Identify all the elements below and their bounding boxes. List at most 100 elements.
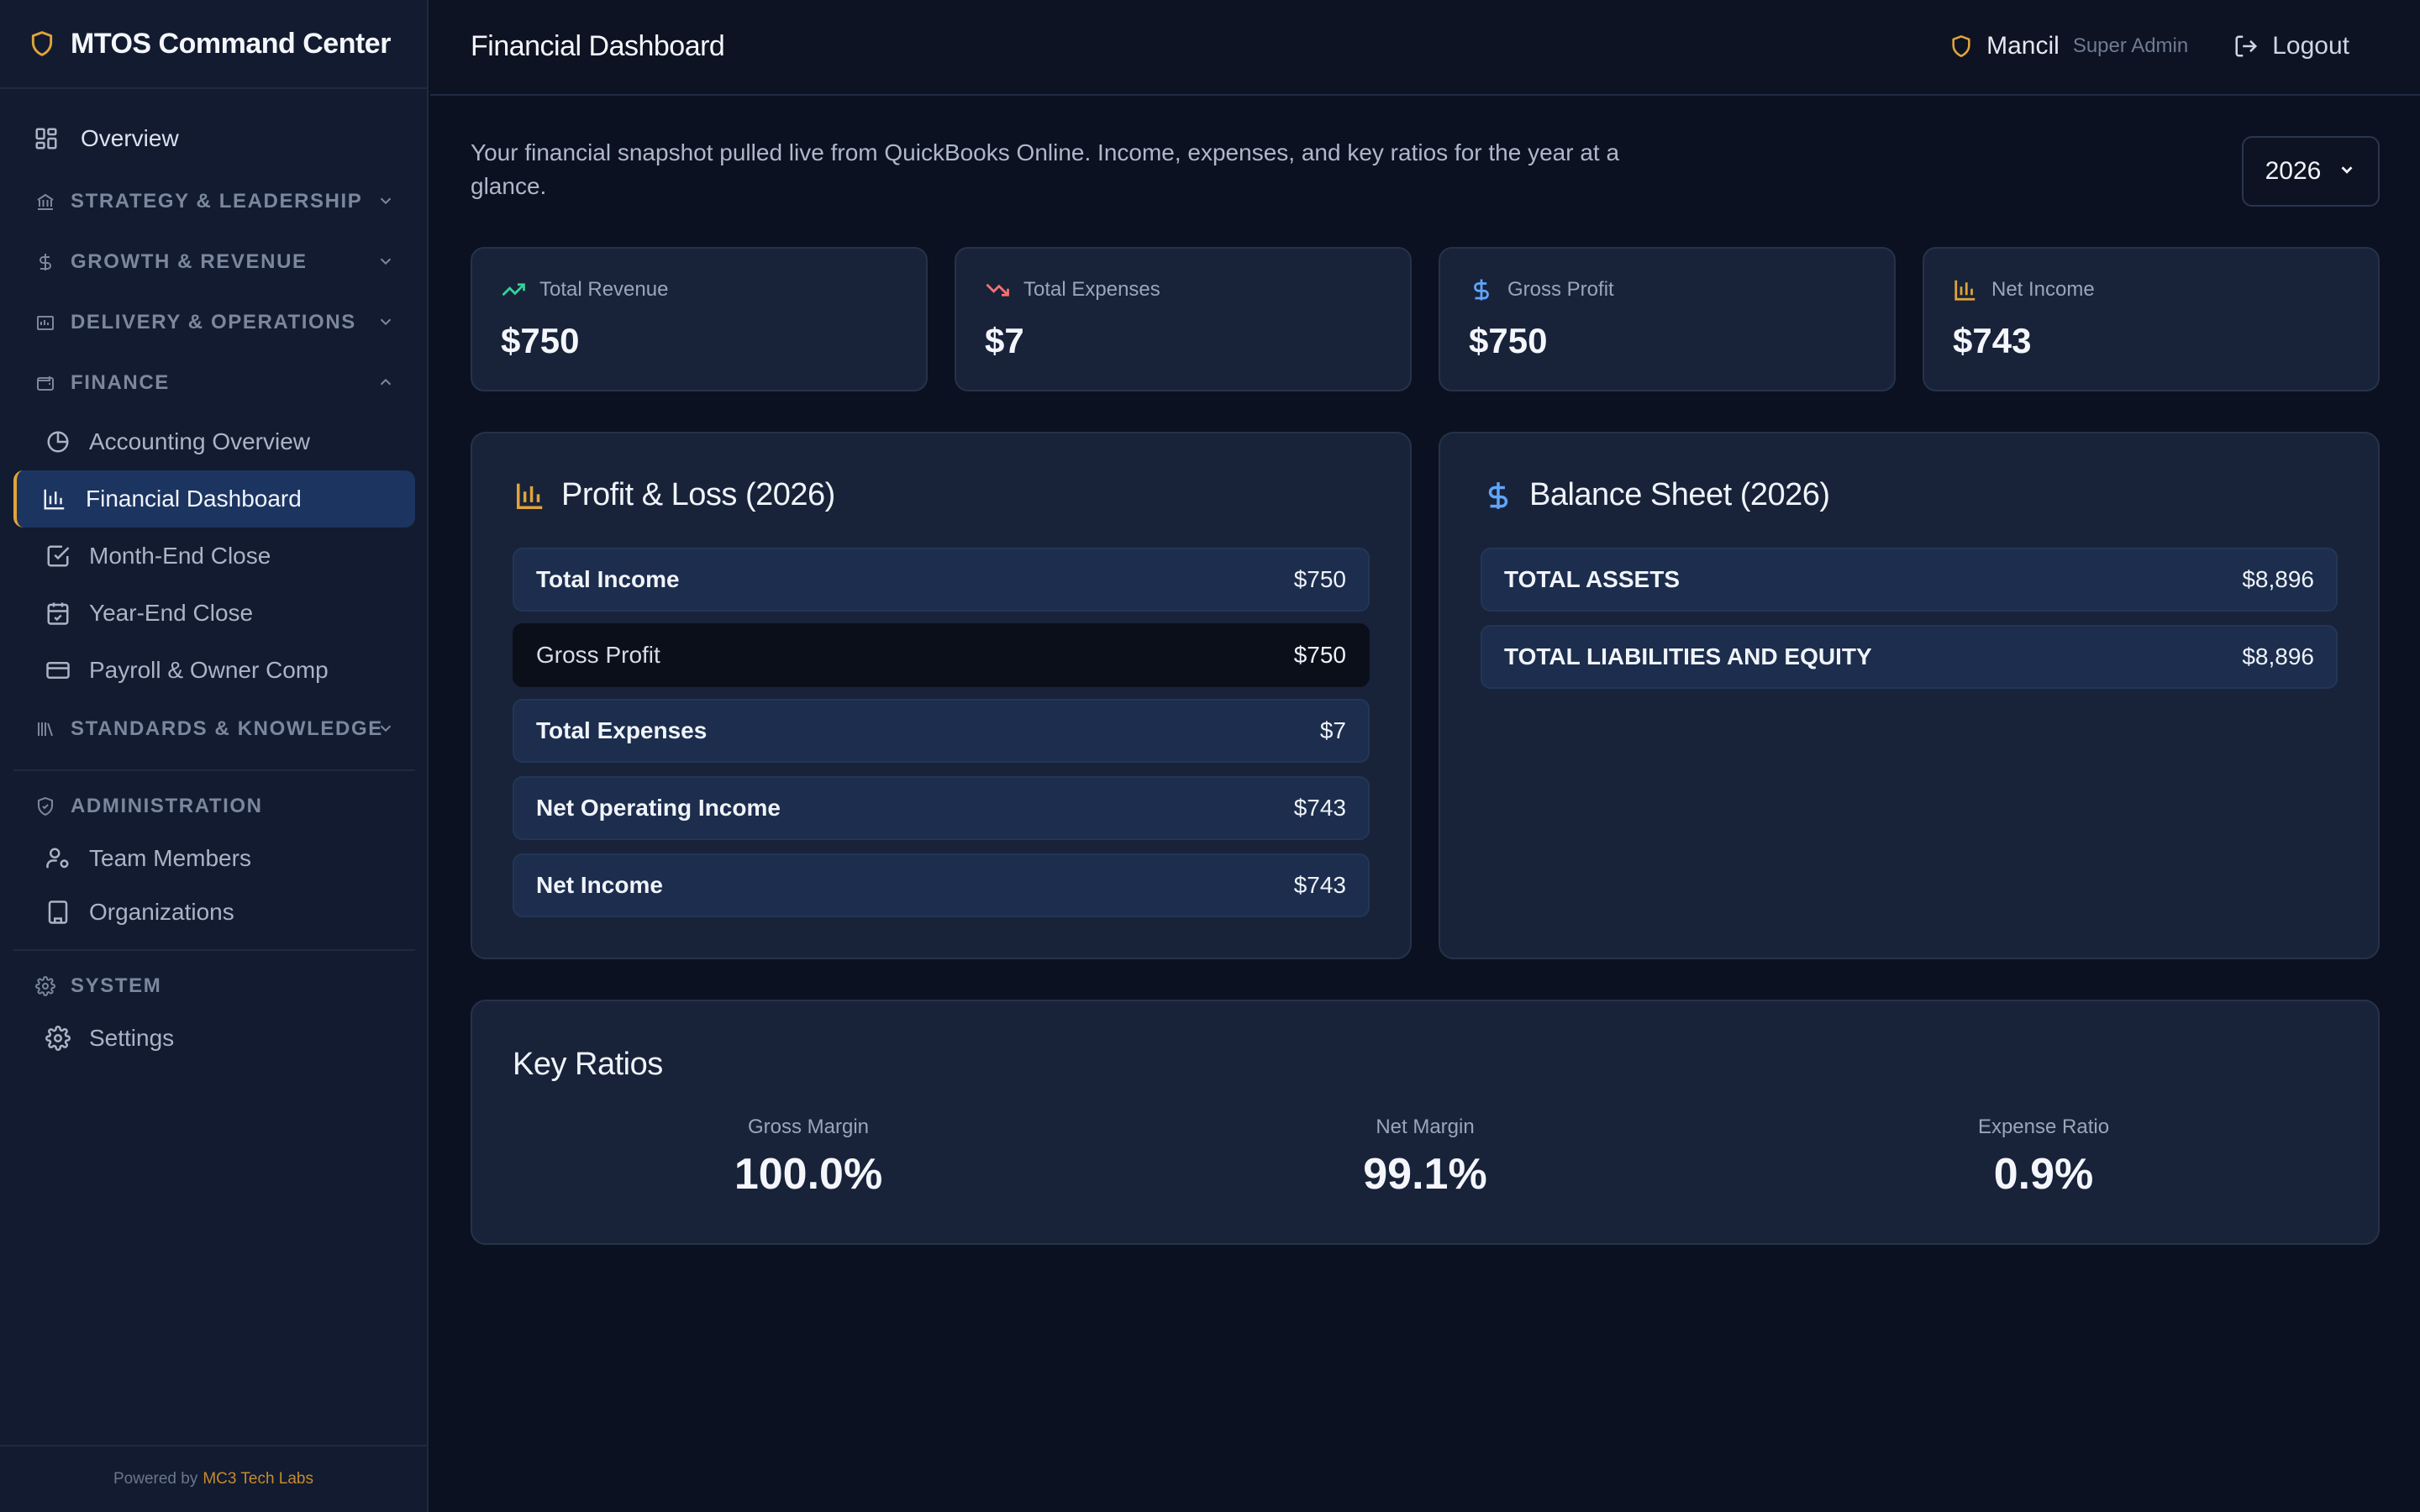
stat-card-total-revenue: Total Revenue $750 (471, 247, 928, 391)
stat-label: Net Income (1991, 278, 2095, 301)
powered-by-label: Powered by (113, 1470, 198, 1488)
logout-button[interactable]: Logout (2233, 32, 2349, 60)
stat-label: Gross Profit (1507, 278, 1614, 301)
sidebar-item-overview[interactable]: Overview (13, 106, 415, 171)
bar-chart-icon (42, 486, 67, 512)
sidebar-item-year-end-close[interactable]: Year-End Close (13, 585, 415, 642)
ratio-value: 0.9% (1993, 1150, 2094, 1199)
chevron-down-icon (376, 312, 395, 335)
sidebar-item-label: Payroll & Owner Comp (89, 657, 329, 683)
sidebar-item-label: Financial Dashboard (86, 486, 302, 512)
shield-check-icon (35, 796, 55, 816)
row-label: Total Income (536, 566, 680, 592)
row-value: $8,896 (2242, 643, 2314, 669)
section-system: SYSTEM (13, 961, 415, 1011)
sidebar-nav: Overview STRATEGY & LEADERSHIP GROWTH & … (13, 106, 415, 1065)
sidebar-item-settings[interactable]: Settings (13, 1011, 415, 1065)
row-value: $743 (1293, 872, 1346, 898)
calendar-check-icon (45, 601, 71, 626)
sidebar-item-accounting-overview[interactable]: Accounting Overview (13, 413, 415, 470)
stat-value: $7 (985, 321, 1024, 360)
year-select[interactable]: 2026 (2242, 136, 2380, 207)
trending-down-icon (985, 277, 1010, 302)
bar-chart-icon (1953, 277, 1978, 302)
bar-chart-icon (514, 480, 546, 512)
ratio-label: Expense Ratio (1977, 1116, 2110, 1138)
section-finance[interactable]: FINANCE (13, 353, 415, 413)
sidebar-item-payroll[interactable]: Payroll & Owner Comp (13, 642, 415, 699)
section-label: DELIVERY & OPERATIONS (71, 311, 356, 333)
logout-label: Logout (2272, 32, 2349, 60)
pnl-row: Total Expenses $7 (513, 699, 1370, 763)
stat-label: Total Expenses (1023, 278, 1160, 301)
stat-value: $750 (1469, 321, 1548, 360)
ratio-value: 100.0% (734, 1150, 883, 1199)
row-label: Net Operating Income (536, 795, 781, 821)
row-label: Total Expenses (536, 717, 708, 743)
library-icon (35, 719, 55, 739)
wallet-icon (35, 373, 55, 393)
bank-icon (35, 192, 55, 212)
pnl-row: Gross Profit $750 (513, 623, 1370, 687)
building-icon (45, 900, 71, 925)
section-label: GROWTH & REVENUE (71, 250, 308, 273)
page-title: Financial Dashboard (471, 30, 725, 62)
key-ratios-panel: Key Ratios Gross Margin 100.0% Net Margi… (471, 1000, 2380, 1245)
chevron-up-icon (376, 373, 395, 396)
top-header: Financial Dashboard Mancil Super Admin L… (430, 0, 2420, 96)
row-label: TOTAL ASSETS (1504, 566, 1680, 592)
chevron-down-icon (2338, 157, 2356, 186)
balance-row: TOTAL ASSETS $8,896 (1481, 548, 2338, 612)
sidebar-item-label: Accounting Overview (89, 428, 311, 454)
section-label: SYSTEM (71, 974, 162, 997)
section-administration: ADMINISTRATION (13, 781, 415, 832)
row-value: $750 (1293, 566, 1346, 592)
ratio-label: Gross Margin (747, 1116, 870, 1138)
pnl-row: Total Income $750 (513, 548, 1370, 612)
stat-label: Total Revenue (539, 278, 669, 301)
row-value: $743 (1293, 795, 1346, 821)
intro-text: Your financial snapshot pulled live from… (471, 139, 1620, 199)
logout-icon (2233, 34, 2259, 59)
sidebar-item-label: Overview (81, 125, 179, 151)
panel-title: Balance Sheet (2026) (1529, 477, 1830, 512)
section-label: STANDARDS & KNOWLEDGE (71, 717, 383, 740)
stat-value: $743 (1953, 321, 2032, 360)
sidebar-item-organizations[interactable]: Organizations (13, 885, 415, 939)
shield-icon (1949, 34, 1973, 59)
divider (13, 949, 415, 951)
sidebar-item-month-end-close[interactable]: Month-End Close (13, 528, 415, 585)
user-role: Super Admin (2072, 34, 2189, 57)
dollar-icon (1482, 480, 1514, 512)
shield-icon (29, 29, 55, 59)
stat-card-net-income: Net Income $743 (1923, 247, 2380, 391)
company-link[interactable]: MC3 Tech Labs (203, 1470, 313, 1488)
sidebar-item-label: Year-End Close (89, 600, 254, 626)
ratio-gross-margin: Gross Margin 100.0% (640, 1116, 976, 1200)
stat-card-gross-profit: Gross Profit $750 (1439, 247, 1896, 391)
brand[interactable]: MTOS Command Center (0, 0, 427, 89)
section-growth[interactable]: GROWTH & REVENUE (13, 232, 415, 292)
section-standards[interactable]: STANDARDS & KNOWLEDGE (13, 699, 415, 759)
dollar-icon (1469, 277, 1494, 302)
checkbox-icon (45, 543, 71, 569)
pnl-row: Net Income $743 (513, 853, 1370, 917)
gear-icon (35, 976, 55, 996)
ratio-label: Net Margin (1376, 1116, 1475, 1138)
dollar-icon (35, 252, 55, 272)
stat-value: $750 (501, 321, 580, 360)
row-value: $7 (1319, 717, 1346, 743)
ratio-expense-ratio: Expense Ratio 0.9% (1876, 1116, 2212, 1200)
sidebar-item-team-members[interactable]: Team Members (13, 832, 415, 885)
section-strategy[interactable]: STRATEGY & LEADERSHIP (13, 171, 415, 232)
section-delivery[interactable]: DELIVERY & OPERATIONS (13, 292, 415, 353)
user-name: Mancil (1986, 32, 2060, 60)
row-value: $8,896 (2242, 566, 2314, 592)
user-area: Mancil Super Admin Logout (1949, 32, 2349, 60)
row-label: TOTAL LIABILITIES AND EQUITY (1504, 643, 1872, 669)
pnl-row: Net Operating Income $743 (513, 776, 1370, 840)
panel-title: Profit & Loss (2026) (561, 477, 835, 512)
panel-title: Key Ratios (513, 1047, 663, 1082)
factory-icon (35, 312, 55, 333)
sidebar-item-financial-dashboard[interactable]: Financial Dashboard (13, 470, 415, 528)
